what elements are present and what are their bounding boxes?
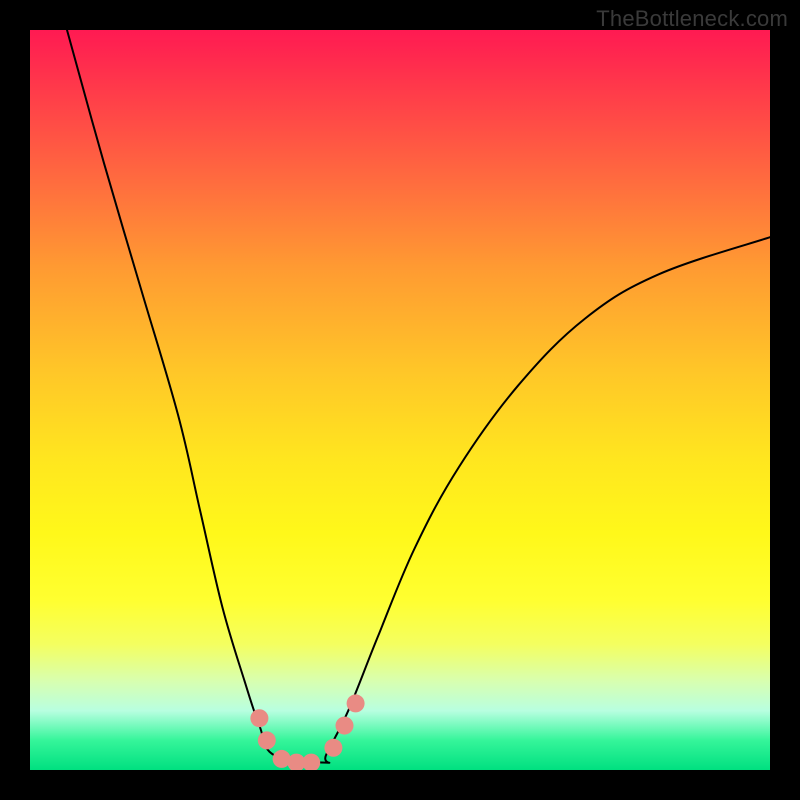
marker-group [250, 694, 364, 770]
watermark-text: TheBottleneck.com [596, 6, 788, 32]
marker-dot [250, 709, 268, 727]
marker-dot [302, 754, 320, 770]
marker-dot [324, 739, 342, 757]
bottleneck-curve [67, 30, 770, 763]
marker-dot [347, 694, 365, 712]
marker-dot [258, 731, 276, 749]
marker-dot [336, 717, 354, 735]
chart-frame: TheBottleneck.com [0, 0, 800, 800]
curve-svg [30, 30, 770, 770]
plot-area [30, 30, 770, 770]
